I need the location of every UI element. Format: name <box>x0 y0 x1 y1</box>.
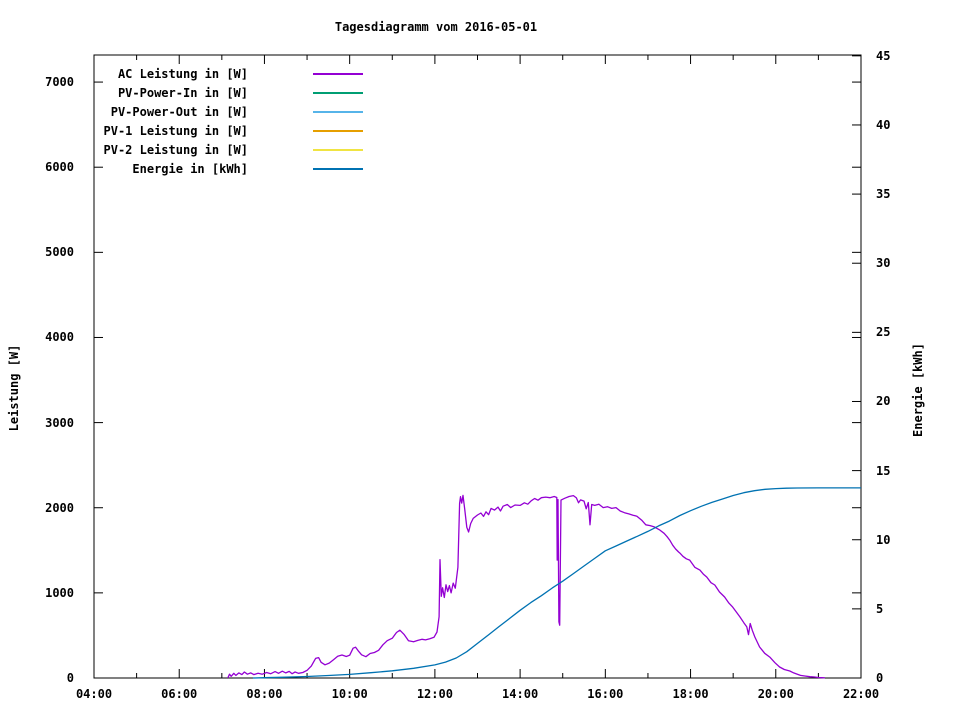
y-left-tick-label: 5000 <box>45 245 74 260</box>
y-left-tick-label: 2000 <box>45 500 74 515</box>
y-left-tick-label: 7000 <box>45 75 74 90</box>
y-right-tick-label: 45 <box>876 48 891 63</box>
y-right-tick-label: 0 <box>876 671 884 685</box>
y-right-tick-label: 10 <box>876 532 891 547</box>
x-tick-label: 10:00 <box>331 687 368 701</box>
curve-ac-leistung-in-w <box>227 494 825 679</box>
y-left-tick-label: 3000 <box>45 415 74 430</box>
y-right-tick-label: 35 <box>876 187 891 202</box>
plot-border <box>93 54 862 679</box>
y-right-tick-label: 30 <box>876 256 891 271</box>
x-tick-label: 06:00 <box>161 687 198 701</box>
y-left-tick-label: 4000 <box>45 330 74 345</box>
y-left-tick-label: 1000 <box>45 585 74 600</box>
x-tick-label: 04:00 <box>75 687 113 701</box>
x-tick-label: 16:00 <box>587 687 624 701</box>
x-tick-label: 18:00 <box>672 687 709 701</box>
x-tick-label: 22:00 <box>842 687 880 701</box>
y-right-tick-label: 20 <box>876 394 891 409</box>
x-tick-label: 20:00 <box>757 687 794 701</box>
x-tick-label: 12:00 <box>416 687 453 701</box>
y-right-tick-label: 40 <box>876 117 891 132</box>
tagesdiagramm-chart: Tagesdiagramm vom 2016-05-01 Leistung [W… <box>0 0 960 720</box>
y-left-tick-label: 0 <box>66 671 74 685</box>
x-tick-label: 14:00 <box>502 687 539 701</box>
y-right-tick-label: 25 <box>876 325 891 340</box>
x-tick-label: 08:00 <box>246 687 283 701</box>
y-right-tick-label: 5 <box>876 601 884 616</box>
y-left-tick-label: 6000 <box>45 160 74 175</box>
y-right-tick-label: 15 <box>876 463 891 478</box>
plot-area <box>93 54 862 679</box>
